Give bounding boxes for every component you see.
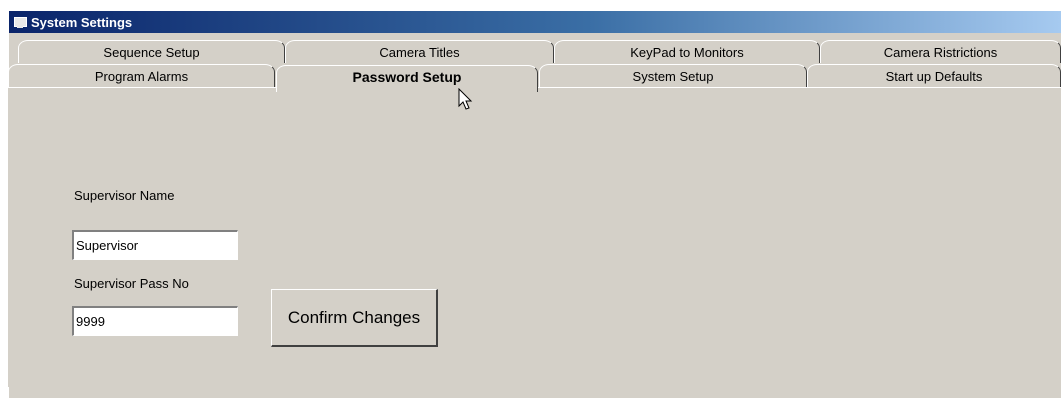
tab-sequence-setup[interactable]: Sequence Setup: [18, 40, 285, 63]
tab-keypad-to-monitors[interactable]: KeyPad to Monitors: [554, 40, 820, 63]
supervisor-name-input[interactable]: [72, 230, 238, 260]
tab-label: Camera Ristrictions: [883, 44, 998, 60]
tab-label: Camera Titles: [379, 44, 460, 60]
title-bar[interactable]: System Settings: [9, 11, 1061, 33]
tab-label: KeyPad to Monitors: [630, 44, 744, 60]
tab-label: Password Setup: [352, 69, 462, 85]
supervisor-pass-input[interactable]: [72, 306, 238, 336]
app-monitor-icon: [13, 16, 27, 28]
tab-label: Start up Defaults: [885, 68, 983, 84]
tab-system-setup[interactable]: System Setup: [539, 64, 807, 87]
tab-program-alarms[interactable]: Program Alarms: [8, 64, 275, 87]
tab-label: System Setup: [632, 68, 714, 84]
confirm-changes-label: Confirm Changes: [287, 307, 421, 327]
window-title: System Settings: [31, 14, 133, 30]
tab-label: Sequence Setup: [103, 44, 200, 60]
tab-camera-restrictions[interactable]: Camera Ristrictions: [820, 40, 1061, 63]
tab-password-setup[interactable]: Password Setup: [276, 65, 538, 92]
tab-label: Program Alarms: [94, 68, 189, 84]
supervisor-name-label: Supervisor Name: [74, 188, 175, 203]
tab-camera-titles[interactable]: Camera Titles: [285, 40, 554, 63]
confirm-changes-button[interactable]: Confirm Changes: [271, 289, 438, 347]
supervisor-pass-label: Supervisor Pass No: [74, 276, 189, 291]
tab-startup-defaults[interactable]: Start up Defaults: [807, 64, 1061, 87]
mouse-pointer-icon: [458, 88, 473, 110]
